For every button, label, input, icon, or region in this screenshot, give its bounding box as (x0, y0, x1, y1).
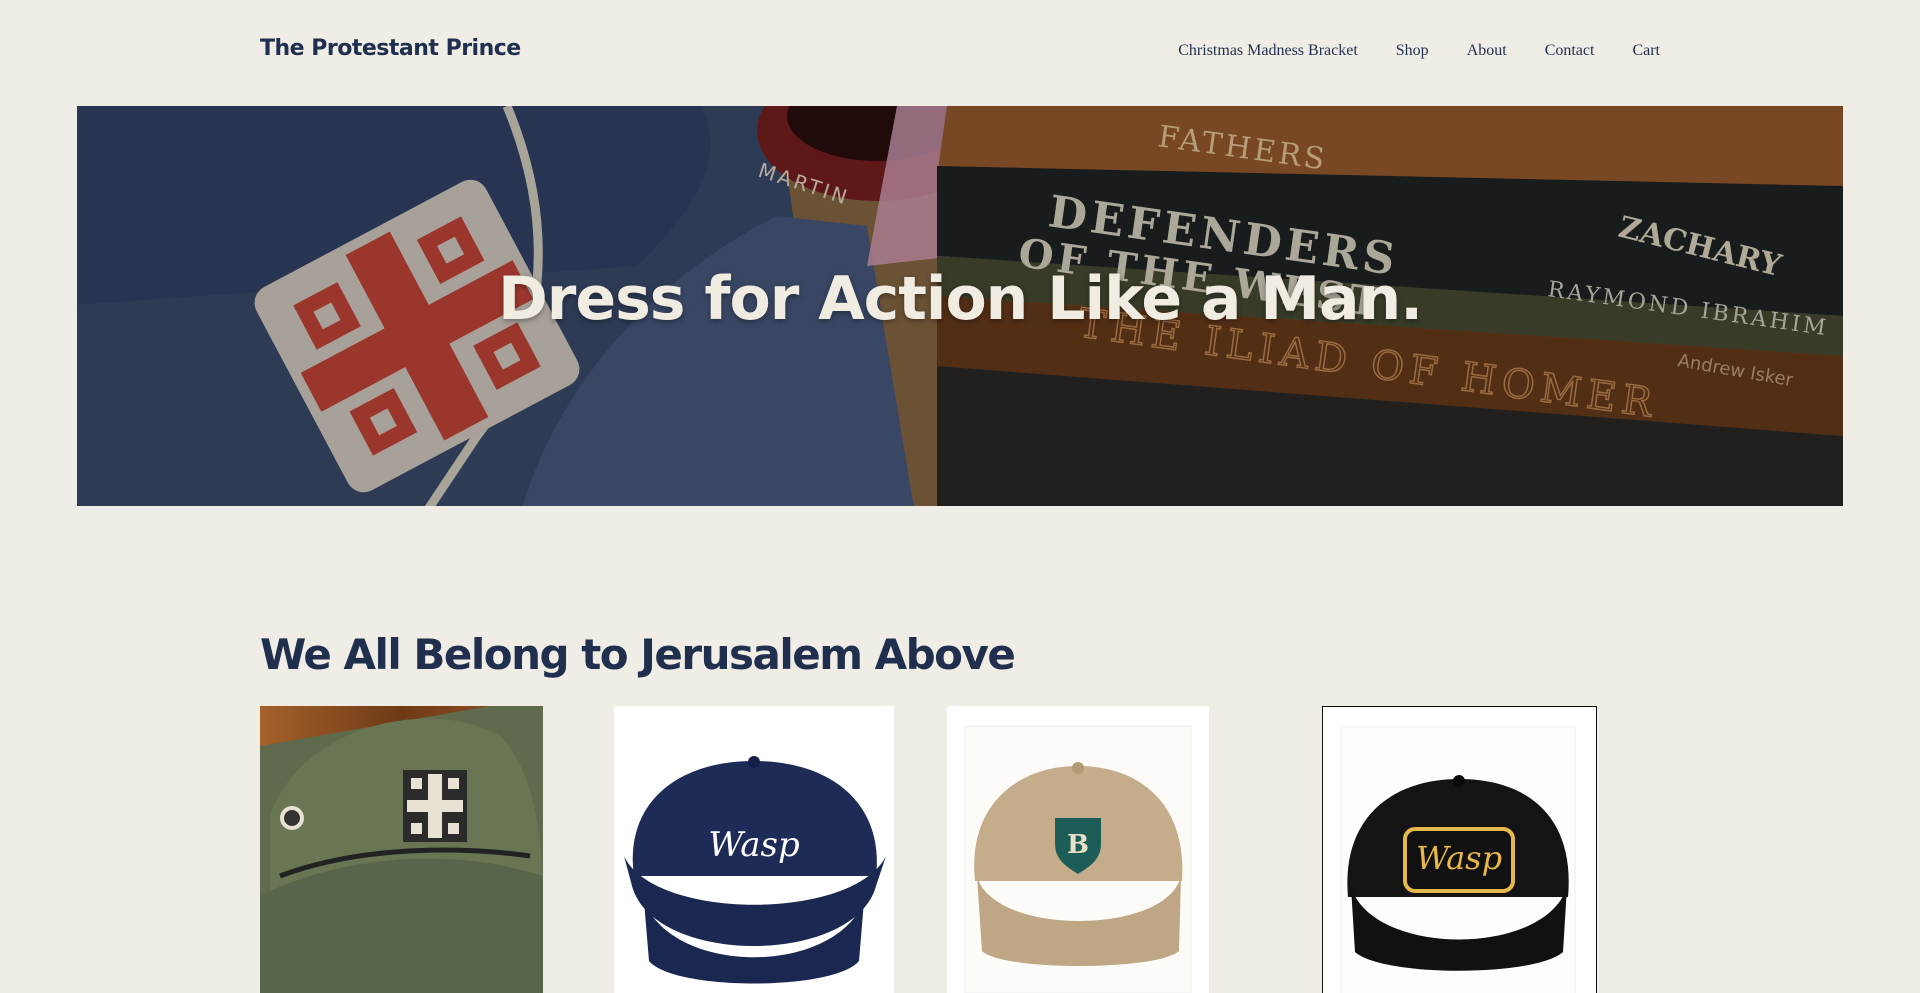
section-title: We All Belong to Jerusalem Above (260, 630, 1016, 679)
svg-text:Wasp: Wasp (708, 825, 799, 865)
product-card-black-wasp-trucker[interactable]: Wasp (1322, 706, 1597, 993)
nav-contact[interactable]: Contact (1545, 42, 1595, 60)
olive-cap-image (260, 706, 543, 993)
svg-text:Wasp: Wasp (1416, 839, 1502, 877)
product-card-khaki-b-cap[interactable]: B (947, 706, 1209, 993)
main-nav: Christmas Madness Bracket Shop About Con… (1140, 42, 1660, 60)
hero-banner: MARTIN FATHERS DEFENDERS OF THE WEST ZAC… (77, 106, 1843, 506)
product-card-olive-cap[interactable] (260, 706, 543, 993)
product-card-navy-wasp-cap[interactable]: Wasp (614, 706, 894, 993)
khaki-cap-image: B (947, 706, 1209, 993)
hero-headline: Dress for Action Like a Man. (497, 264, 1423, 334)
nav-cart[interactable]: Cart (1632, 42, 1660, 60)
site-title[interactable]: The Protestant Prince (260, 36, 521, 61)
black-cap-image: Wasp (1323, 707, 1595, 993)
site-header: The Protestant Prince Christmas Madness … (0, 0, 1920, 106)
svg-text:B: B (1067, 830, 1089, 860)
nav-about[interactable]: About (1467, 42, 1507, 60)
nav-shop[interactable]: Shop (1396, 42, 1429, 60)
jerusalem-cross-emblem (403, 770, 467, 842)
nav-christmas-madness-bracket[interactable]: Christmas Madness Bracket (1178, 42, 1358, 60)
navy-cap-image: Wasp (614, 706, 894, 993)
